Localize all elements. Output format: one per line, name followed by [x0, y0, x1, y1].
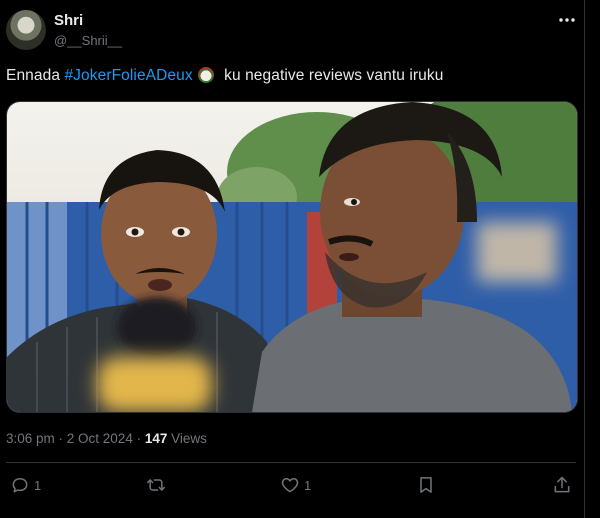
share-icon: [552, 475, 572, 495]
views-count: 147: [144, 431, 168, 446]
reply-button[interactable]: 1: [10, 475, 41, 495]
reply-count: 1: [34, 477, 42, 493]
tweet-time[interactable]: 3:06 pm: [6, 431, 55, 446]
retweet-button[interactable]: [145, 475, 167, 495]
user-handle[interactable]: @__Shrii__: [54, 33, 122, 48]
hashtag-link[interactable]: #JokerFolieADeux: [64, 67, 192, 84]
joker-face-emoji-icon: [197, 67, 214, 83]
tweet-video[interactable]: [6, 101, 578, 413]
bookmark-button[interactable]: [416, 475, 436, 495]
display-name[interactable]: Shri: [54, 12, 83, 29]
reply-icon: [10, 475, 30, 495]
views-label: Views: [167, 431, 207, 446]
more-options-icon[interactable]: [556, 10, 578, 30]
action-divider: [6, 462, 576, 463]
meta-separator: ·: [54, 431, 67, 446]
tweet-text: Ennada #JokerFolieADeux ku negative revi…: [6, 67, 443, 85]
tweet-date[interactable]: 2 Oct 2024: [67, 431, 133, 446]
video-frame-illustration: [7, 102, 577, 412]
bookmark-icon: [416, 475, 436, 495]
avatar[interactable]: [6, 10, 46, 50]
tweet-meta: 3:06 pm · 2 Oct 2024 · 147 Views: [6, 431, 207, 446]
share-button[interactable]: [552, 475, 572, 495]
right-border: [584, 0, 585, 518]
retweet-icon: [145, 475, 167, 495]
tweet-text-start: Ennada: [6, 67, 65, 84]
tweet-text-end: ku negative reviews vantu iruku: [219, 67, 444, 84]
like-count: 1: [304, 477, 312, 493]
like-button[interactable]: 1: [280, 475, 311, 495]
heart-icon: [280, 475, 300, 495]
meta-separator-2: ·: [132, 431, 145, 446]
